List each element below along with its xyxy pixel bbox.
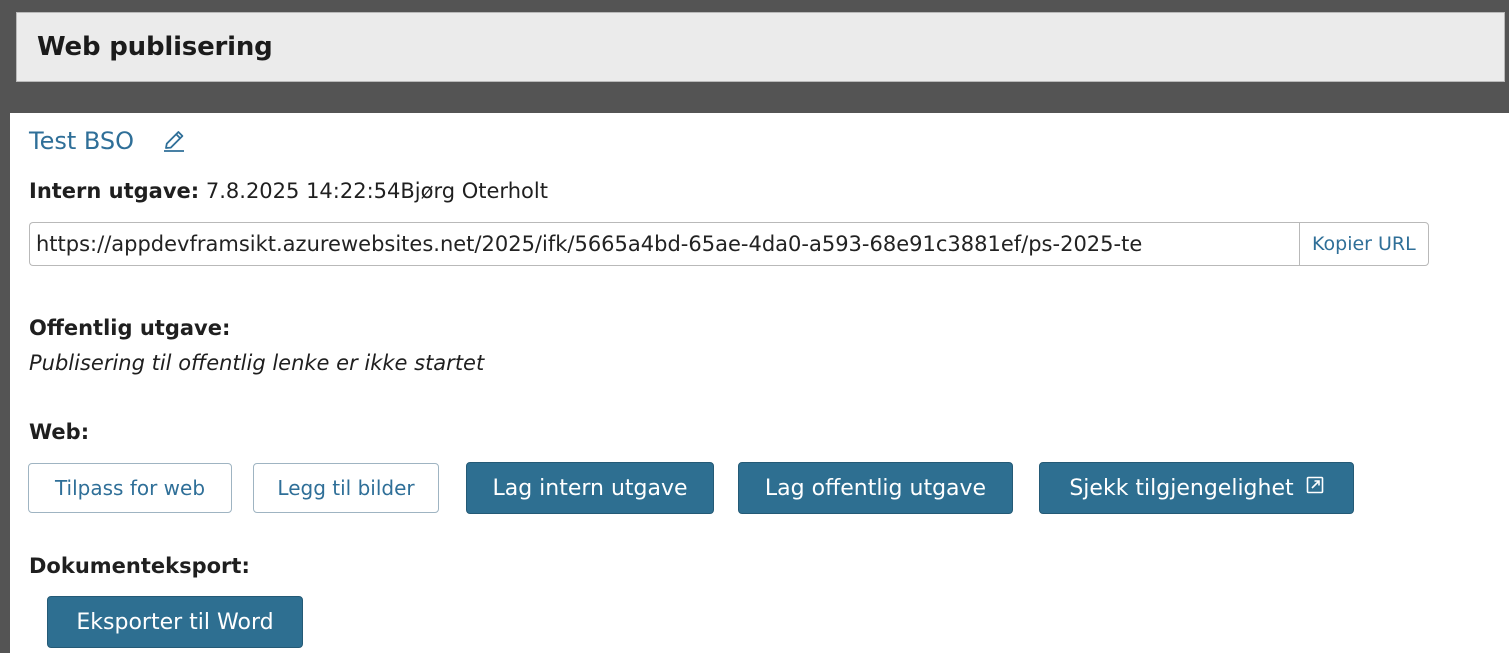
web-actions: Tilpass for web Legg til bilder Lag inte… (28, 462, 1354, 514)
document-title-row: Test BSO (29, 127, 188, 155)
pencil-icon-graphic (164, 131, 185, 152)
copy-url-button[interactable]: Kopier URL (1299, 222, 1429, 266)
app-frame: Web publisering Test BSO Intern utgave: … (0, 0, 1509, 653)
public-edition-status: Publisering til offentlig lenke er ikke … (29, 351, 485, 375)
document-export-label: Dokumenteksport: (29, 554, 250, 578)
customize-for-web-button[interactable]: Tilpass for web (28, 463, 232, 513)
create-internal-edition-button[interactable]: Lag intern utgave (466, 462, 714, 514)
internal-edition-label: Intern utgave: (29, 179, 200, 203)
add-images-button[interactable]: Legg til bilder (253, 463, 439, 513)
create-public-edition-button[interactable]: Lag offentlig utgave (738, 462, 1013, 514)
internal-edition-author: Bjørg Oterholt (400, 179, 548, 203)
section-header: Web publisering (16, 12, 1505, 82)
public-edition-label: Offentlig utgave: (29, 316, 231, 340)
pencil-icon[interactable] (160, 127, 188, 155)
check-accessibility-button[interactable]: Sjekk tilgjengelighet (1039, 462, 1354, 514)
check-accessibility-label: Sjekk tilgjengelighet (1069, 475, 1294, 501)
publishing-panel: Test BSO Intern utgave: 7.8.2025 14:22:5… (10, 113, 1509, 653)
document-title[interactable]: Test BSO (29, 127, 134, 155)
internal-edition-info: Intern utgave: 7.8.2025 14:22:54Bjørg Ot… (29, 179, 548, 203)
internal-edition-timestamp: 7.8.2025 14:22:54 (205, 179, 401, 203)
internal-url-group: Kopier URL (29, 222, 1429, 266)
section-title: Web publisering (37, 32, 273, 62)
internal-url-field[interactable] (29, 222, 1299, 266)
web-section-label: Web: (29, 420, 90, 444)
export-to-word-button[interactable]: Eksporter til Word (47, 596, 303, 648)
external-link-icon (1306, 476, 1323, 494)
